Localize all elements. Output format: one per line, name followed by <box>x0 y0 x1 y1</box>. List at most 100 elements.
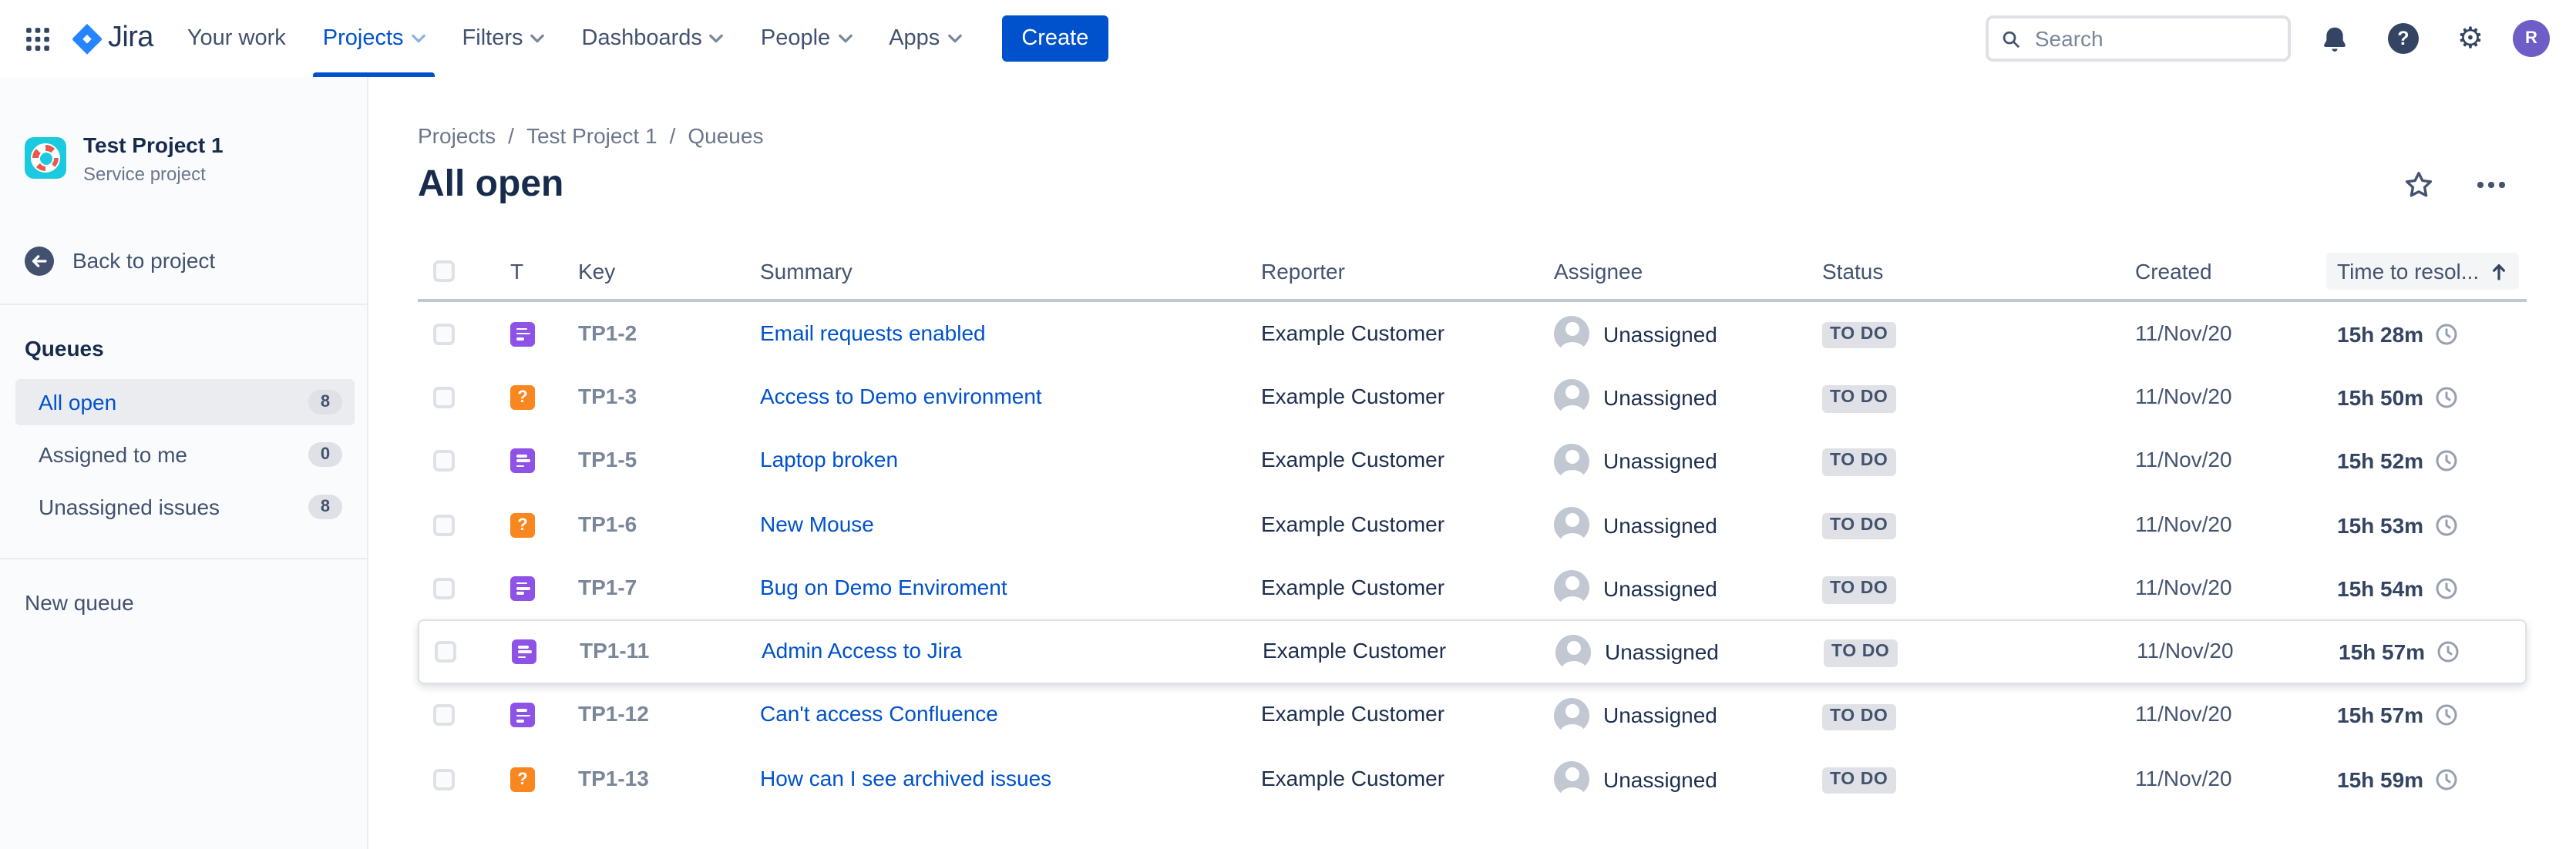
clock-icon <box>2434 767 2459 791</box>
reporter-name: Example Customer <box>1261 511 1444 535</box>
time-to-resolution: 15h 54m <box>2337 576 2423 601</box>
issue-key: TP1-12 <box>578 702 649 727</box>
table-row[interactable]: ? TP1-6 New Mouse Example Customer Unass… <box>418 493 2527 557</box>
table-row[interactable]: ? TP1-3 Access to Demo environment Examp… <box>418 366 2527 430</box>
table-row[interactable]: ? TP1-7 Bug on Demo Enviroment Example C… <box>418 556 2527 620</box>
service-request-icon <box>516 582 530 595</box>
table-row[interactable]: ? TP1-2 Email requests enabled Example C… <box>418 302 2527 366</box>
clock-icon <box>2436 639 2460 664</box>
issue-summary-link[interactable]: Can't access Confluence <box>760 702 998 727</box>
row-checkbox[interactable] <box>433 578 455 599</box>
lifebuoy-icon <box>31 144 60 173</box>
time-to-resolution: 15h 50m <box>2337 385 2423 410</box>
select-all-checkbox[interactable] <box>433 260 455 282</box>
create-button[interactable]: Create <box>1001 15 1108 62</box>
time-to-resolution: 15h 52m <box>2337 448 2423 473</box>
project-name: Test Project 1 <box>83 133 224 159</box>
question-icon: ? <box>517 515 527 534</box>
status-badge: TO DO <box>1822 322 1895 349</box>
row-checkbox[interactable] <box>433 387 455 408</box>
grid-icon <box>25 25 51 52</box>
created-date: 11/Nov/20 <box>2135 447 2232 471</box>
column-header-time-to-resolution[interactable]: Time to resol... <box>2326 253 2519 290</box>
issue-summary-link[interactable]: Email requests enabled <box>760 320 986 344</box>
sidebar-item-unassigned-issues[interactable]: Unassigned issues 8 <box>15 483 355 529</box>
column-header-key[interactable]: Key <box>578 259 760 284</box>
breadcrumb-queues[interactable]: Queues <box>688 123 763 148</box>
row-checkbox[interactable] <box>433 323 455 344</box>
row-checkbox[interactable] <box>435 641 456 663</box>
created-date: 11/Nov/20 <box>2135 384 2232 408</box>
jira-logo-text: Jira <box>108 22 153 55</box>
created-date: 11/Nov/20 <box>2135 511 2232 535</box>
sidebar-item-all-open[interactable]: All open 8 <box>15 378 355 424</box>
chevron-down-icon <box>710 34 724 43</box>
clock-icon <box>2434 321 2459 346</box>
row-checkbox[interactable] <box>433 705 455 727</box>
issue-summary-link[interactable]: New Mouse <box>760 511 874 535</box>
more-actions-button[interactable] <box>2477 182 2505 187</box>
queue-list: All open 8 Assigned to me 0 Unassigned i… <box>0 378 367 529</box>
nav-item-people[interactable]: People <box>742 0 870 77</box>
sidebar-item-assigned-to-me[interactable]: Assigned to me 0 <box>15 431 355 477</box>
column-header-reporter[interactable]: Reporter <box>1261 259 1554 284</box>
issue-summary-link[interactable]: How can I see archived issues <box>760 765 1051 790</box>
search-input[interactable] <box>2032 25 2275 52</box>
row-checkbox[interactable] <box>433 514 455 535</box>
chevron-down-icon <box>947 34 961 43</box>
column-header-summary[interactable]: Summary <box>760 259 1261 284</box>
search-box[interactable] <box>1986 15 2291 62</box>
status-badge: TO DO <box>1822 449 1895 476</box>
issue-summary-link[interactable]: Bug on Demo Enviroment <box>760 575 1007 599</box>
app-switcher-icon[interactable] <box>15 16 60 61</box>
back-to-project-button[interactable]: Back to project <box>0 246 367 275</box>
table-row[interactable]: ? TP1-5 Laptop broken Example Customer U… <box>418 429 2527 493</box>
table-row[interactable]: ? TP1-12 Can't access Confluence Example… <box>418 684 2527 748</box>
nav-item-apps[interactable]: Apps <box>870 0 980 77</box>
project-type: Service project <box>83 163 224 184</box>
jira-logo[interactable]: Jira <box>69 21 153 56</box>
table-row[interactable]: ? TP1-13 How can I see archived issues E… <box>418 747 2527 811</box>
row-checkbox[interactable] <box>433 768 455 790</box>
row-checkbox[interactable] <box>433 450 455 471</box>
issue-summary-link[interactable]: Admin Access to Jira <box>762 638 962 663</box>
breadcrumb-projects[interactable]: Projects <box>418 123 496 148</box>
status-badge: TO DO <box>1822 385 1895 412</box>
status-badge: TO DO <box>1822 767 1895 794</box>
assignee-avatar <box>1554 443 1589 478</box>
column-header-status[interactable]: Status <box>1822 259 2135 284</box>
nav-item-your-work[interactable]: Your work <box>169 0 304 77</box>
issue-summary-link[interactable]: Access to Demo environment <box>760 384 1042 408</box>
assignee-name: Unassigned <box>1603 448 1717 473</box>
status-badge: TO DO <box>1822 513 1895 540</box>
breadcrumb-separator: / <box>508 123 514 148</box>
settings-button[interactable]: ⚙ <box>2448 15 2493 62</box>
assignee-avatar <box>1554 761 1589 797</box>
breadcrumb-project-name[interactable]: Test Project 1 <box>526 123 657 148</box>
user-avatar[interactable]: R <box>2513 20 2550 57</box>
nav-item-filters[interactable]: Filters <box>444 0 563 77</box>
issue-summary-link[interactable]: Laptop broken <box>760 447 898 471</box>
top-navigation-bar: Jira Your work Projects Filters Dashboar… <box>0 0 2576 77</box>
reporter-name: Example Customer <box>1261 320 1444 344</box>
nav-item-dashboards[interactable]: Dashboards <box>563 0 742 77</box>
nav-item-projects[interactable]: Projects <box>304 0 444 77</box>
help-button[interactable]: ? <box>2379 14 2428 63</box>
column-header-created[interactable]: Created <box>2135 259 2331 284</box>
notifications-button[interactable] <box>2311 15 2359 62</box>
table-row[interactable]: ? TP1-11 Admin Access to Jira Example Cu… <box>418 620 2527 684</box>
sidebar-divider <box>0 303 367 304</box>
assignee-avatar <box>1554 571 1589 606</box>
new-queue-button[interactable]: New queue <box>0 589 367 614</box>
issue-type-icon: ? <box>510 767 535 791</box>
created-date: 11/Nov/20 <box>2135 575 2232 599</box>
created-date: 11/Nov/20 <box>2135 702 2232 727</box>
column-header-assignee[interactable]: Assignee <box>1554 259 1822 284</box>
column-header-type[interactable]: T <box>504 259 578 284</box>
star-favorite-button[interactable] <box>2394 160 2443 210</box>
chevron-down-icon <box>838 34 852 43</box>
star-icon <box>2403 169 2434 200</box>
issue-key: TP1-13 <box>578 765 649 790</box>
chevron-down-icon <box>412 34 425 43</box>
created-date: 11/Nov/20 <box>2135 765 2232 790</box>
